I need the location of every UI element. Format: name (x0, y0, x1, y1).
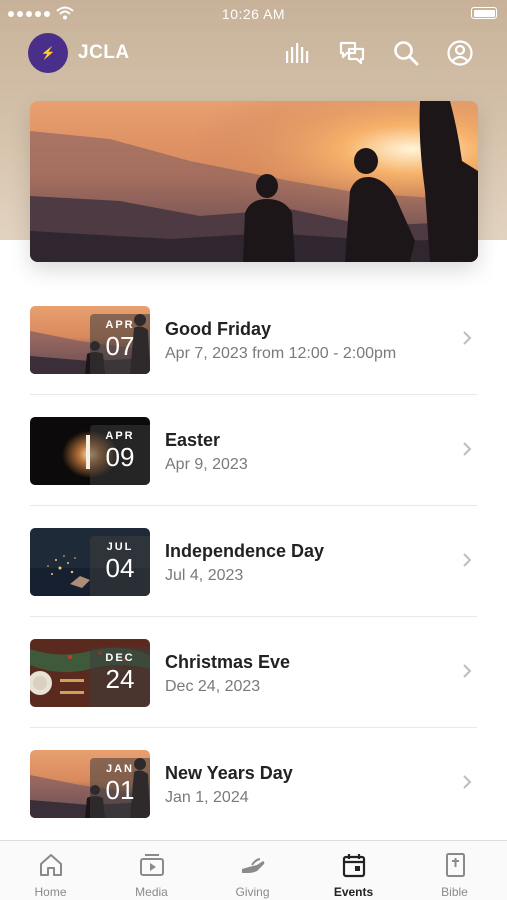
event-date: Dec 24, 2023 (165, 678, 261, 695)
event-thumbnail: APR 07 (30, 306, 150, 374)
date-badge: APR 09 (90, 425, 150, 485)
tab-home[interactable]: Home (0, 841, 101, 900)
event-date: Jan 1, 2024 (165, 789, 249, 806)
event-item-new-years-day[interactable]: JAN 01 New Years Day Jan 1, 2024 (30, 750, 477, 818)
status-bar: 10:26 AM (0, 0, 507, 28)
tab-label: Bible (441, 885, 468, 899)
search-icon (394, 41, 419, 66)
app-bar: ⚡ JCLA (0, 32, 507, 76)
event-date: Jul 4, 2023 (165, 567, 244, 584)
app-title: JCLA (78, 42, 130, 63)
divider (30, 616, 477, 617)
event-day: 07 (105, 331, 135, 361)
event-thumbnail: JUL 04 (30, 528, 150, 596)
tab-events[interactable]: Events (303, 841, 404, 900)
event-title: Independence Day (165, 541, 325, 561)
audio-bars-button[interactable] (283, 38, 313, 68)
bible-icon (446, 853, 465, 877)
event-date: Apr 7, 2023 from 12:00 - 2:00pm (165, 345, 397, 362)
hero-banner-image[interactable] (30, 101, 478, 262)
event-month: DEC (105, 652, 135, 664)
search-button[interactable] (391, 38, 421, 68)
date-badge: JAN 01 (90, 758, 150, 818)
date-badge: DEC 24 (90, 647, 150, 707)
battery-icon (471, 7, 497, 19)
event-item-christmas-eve[interactable]: DEC 24 Christmas Eve Dec 24, 2023 (30, 639, 477, 707)
event-item-easter[interactable]: APR 09 Easter Apr 9, 2023 (30, 417, 477, 485)
calendar-icon (342, 854, 366, 878)
event-item-good-friday[interactable]: APR 07 Good Friday Apr 7, 2023 from 12:0… (30, 306, 477, 374)
chevron-right-icon (463, 553, 472, 567)
date-badge: APR 07 (90, 314, 150, 374)
chevron-right-icon (463, 664, 472, 678)
event-thumbnail: DEC 24 (30, 639, 150, 707)
tab-giving[interactable]: Giving (202, 841, 303, 900)
bolt-icon: ⚡ (40, 46, 56, 60)
divider (30, 727, 477, 728)
chat-icon (339, 41, 365, 65)
event-title: Good Friday (165, 319, 272, 339)
media-icon (140, 854, 164, 876)
chevron-right-icon (463, 442, 472, 456)
event-thumbnail: APR 09 (30, 417, 150, 485)
event-day: 09 (105, 442, 135, 472)
status-time: 10:26 AM (221, 6, 286, 22)
event-item-independence-day[interactable]: JUL 04 Independence Day Jul 4, 2023 (30, 528, 477, 596)
chevron-right-icon (463, 331, 472, 345)
giving-icon (242, 858, 265, 873)
tab-label: Media (135, 885, 168, 899)
event-month: JUL (106, 541, 134, 553)
event-month: APR (105, 319, 135, 331)
account-icon (447, 40, 473, 66)
profile-button[interactable] (445, 38, 475, 68)
tab-media[interactable]: Media (101, 841, 202, 900)
event-thumbnail: JAN 01 (30, 750, 150, 818)
chevron-right-icon (463, 775, 472, 789)
audio-bars-icon (286, 43, 309, 63)
event-title: Christmas Eve (165, 652, 291, 672)
divider (30, 505, 477, 506)
tab-label: Home (34, 885, 67, 899)
event-title: New Years Day (165, 763, 293, 783)
event-date: Apr 9, 2023 (165, 456, 248, 473)
tab-label: Events (333, 885, 374, 899)
home-icon (40, 854, 62, 876)
event-title: Easter (165, 430, 221, 450)
bottom-tab-bar: Home Media Giving Events Bible (0, 840, 507, 900)
event-day: 04 (105, 553, 135, 583)
messages-button[interactable] (337, 38, 367, 68)
divider (30, 394, 477, 395)
event-day: 01 (105, 775, 135, 805)
tab-bible[interactable]: Bible (404, 841, 505, 900)
event-day: 24 (105, 664, 135, 694)
church-logo[interactable]: ⚡ (28, 33, 68, 73)
event-month: JAN (105, 763, 134, 775)
date-badge: JUL 04 (90, 536, 150, 596)
event-month: APR (105, 430, 135, 442)
tab-label: Giving (235, 885, 270, 899)
